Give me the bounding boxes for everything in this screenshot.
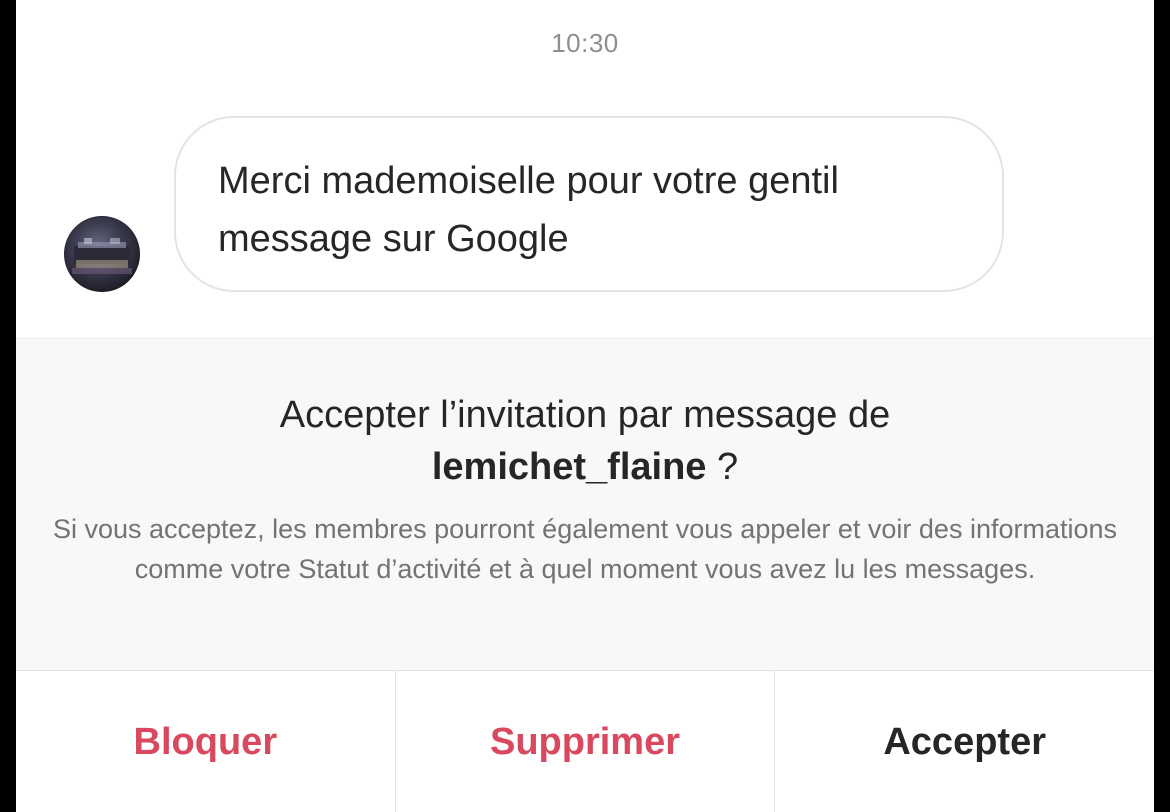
- avatar-photo-icon: [72, 238, 132, 274]
- request-title-line2: lemichet_flaine ?: [16, 441, 1154, 493]
- received-message-bubble[interactable]: Merci mademoiselle pour votre gentil mes…: [174, 116, 1004, 292]
- request-username[interactable]: lemichet_flaine: [432, 446, 707, 488]
- message-text: Merci mademoiselle pour votre gentil mes…: [218, 160, 839, 260]
- block-button[interactable]: Bloquer: [16, 671, 395, 812]
- request-description: Si vous acceptez, les membres pourront é…: [52, 514, 1118, 584]
- message-timestamp: 10:30: [551, 28, 619, 58]
- request-actions: Bloquer Supprimer Accepter: [16, 670, 1154, 812]
- dm-request-screen: 10:30 Merci mademoiselle pour votre gent…: [16, 0, 1154, 812]
- delete-button[interactable]: Supprimer: [394, 671, 775, 812]
- request-title: Accepter l’invitation par message de lem…: [16, 389, 1154, 493]
- accept-button[interactable]: Accepter: [774, 671, 1154, 812]
- request-title-prefix: Accepter l’invitation par message de: [279, 394, 891, 436]
- message-request-panel: Accepter l’invitation par message de lem…: [16, 338, 1154, 812]
- sender-avatar[interactable]: [64, 216, 140, 292]
- request-title-suffix: ?: [706, 446, 739, 488]
